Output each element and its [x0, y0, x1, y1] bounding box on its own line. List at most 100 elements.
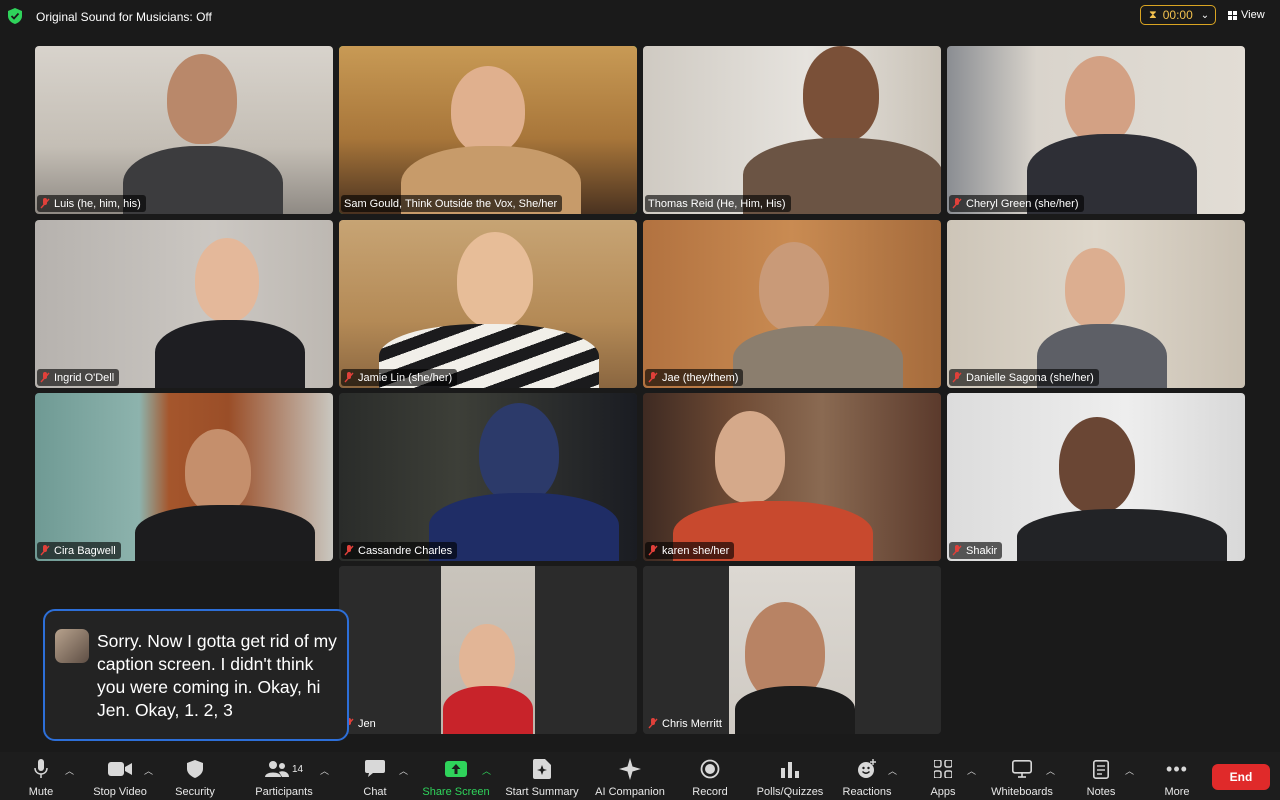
video-tile[interactable]: karen she/her — [643, 393, 941, 561]
participant-name: Thomas Reid (He, Him, His) — [648, 197, 786, 210]
participant-nametag: Cira Bagwell — [37, 542, 121, 559]
participants-button[interactable]: 14 Participants — [250, 758, 318, 798]
participant-name: Cheryl Green (she/her) — [966, 197, 1079, 210]
participant-name: karen she/her — [662, 544, 730, 557]
participants-icon — [264, 761, 289, 777]
chevron-up-icon[interactable]: ︿ — [482, 764, 491, 777]
stop-video-button[interactable]: Stop Video — [88, 758, 152, 798]
live-caption-box[interactable]: Sorry. Now I gotta get rid of my caption… — [43, 609, 349, 741]
chevron-up-icon[interactable]: ︿ — [967, 764, 976, 777]
ai-companion-button[interactable]: AI Companion — [594, 758, 666, 798]
video-tile[interactable]: Chris Merritt — [643, 566, 941, 734]
video-tile[interactable]: Danielle Sagona (she/her) — [947, 220, 1245, 388]
notes-button[interactable]: Notes — [1082, 758, 1120, 798]
participant-nametag: Cassandre Charles — [341, 542, 458, 559]
grid-view-icon — [1228, 10, 1237, 20]
more-label: More — [1164, 786, 1190, 798]
mic-muted-icon — [952, 372, 962, 383]
chat-button[interactable]: Chat — [358, 758, 392, 798]
participant-name: Cassandre Charles — [358, 544, 453, 557]
more-button[interactable]: ••• More — [1160, 758, 1194, 799]
mic-muted-icon — [344, 545, 354, 556]
participant-name: Luis (he, him, his) — [54, 197, 141, 210]
video-tile[interactable]: Cira Bagwell — [35, 393, 333, 561]
mic-muted-icon — [648, 718, 658, 729]
start-summary-button[interactable]: Start Summary — [502, 758, 582, 798]
chevron-up-icon[interactable]: ︿ — [320, 764, 329, 777]
video-tile[interactable]: Thomas Reid (He, Him, His) — [643, 46, 941, 214]
avatar — [55, 629, 89, 663]
participant-nametag: Chris Merritt — [645, 715, 727, 732]
participant-nametag: Danielle Sagona (she/her) — [949, 369, 1099, 386]
video-tile[interactable]: Jamie Lin (she/her) — [339, 220, 637, 388]
whiteboards-label: Whiteboards — [991, 786, 1053, 798]
caption-text: Sorry. Now I gotta get rid of my caption… — [97, 631, 337, 720]
mute-label: Mute — [28, 786, 54, 798]
video-tile[interactable]: Ingrid O'Dell — [35, 220, 333, 388]
chevron-up-icon[interactable]: ︿ — [888, 764, 897, 777]
apps-grid-icon — [934, 760, 952, 778]
reactions-label: Reactions — [842, 786, 892, 798]
participant-nametag: Luis (he, him, his) — [37, 195, 146, 212]
mic-muted-icon — [40, 545, 50, 556]
sparkle-icon — [619, 758, 641, 780]
original-sound-status[interactable]: Original Sound for Musicians: Off — [36, 10, 212, 24]
mic-muted-icon — [40, 198, 50, 209]
chevron-up-icon[interactable]: ︿ — [65, 764, 74, 777]
reactions-button[interactable]: Reactions — [840, 758, 894, 798]
participant-nametag: Cheryl Green (she/her) — [949, 195, 1084, 212]
mic-muted-icon — [40, 372, 50, 383]
participant-name: Jae (they/them) — [662, 371, 739, 384]
mic-muted-icon — [648, 545, 658, 556]
participant-nametag: Shakir — [949, 542, 1003, 559]
end-meeting-button[interactable]: End — [1212, 764, 1270, 790]
mic-muted-icon — [648, 372, 658, 383]
record-button[interactable]: Record — [690, 758, 730, 798]
shield-check-icon[interactable] — [8, 8, 22, 24]
video-tile[interactable]: Shakir — [947, 393, 1245, 561]
mic-muted-icon — [952, 545, 962, 556]
polls-quizzes-button[interactable]: Polls/Quizzes — [754, 758, 826, 798]
apps-label: Apps — [930, 786, 956, 798]
chevron-up-icon[interactable]: ︿ — [1046, 764, 1055, 777]
participant-nametag: Sam Gould, Think Outside the Vox, She/he… — [341, 195, 563, 212]
chevron-up-icon[interactable]: ︿ — [399, 764, 408, 777]
participant-name: Sam Gould, Think Outside the Vox, She/he… — [344, 197, 558, 210]
chat-bubble-icon — [365, 760, 385, 777]
video-tile[interactable]: Cheryl Green (she/her) — [947, 46, 1245, 214]
meeting-toolbar: Mute ︿ Stop Video ︿ Security 14 Particip… — [0, 752, 1280, 800]
start-summary-label: Start Summary — [505, 786, 579, 798]
security-button[interactable]: Security — [170, 758, 220, 798]
video-tile[interactable]: Cassandre Charles — [339, 393, 637, 561]
video-tile[interactable]: Jen — [339, 566, 637, 734]
top-bar: Original Sound for Musicians: Off ⧗ 00:0… — [0, 0, 1280, 34]
participant-name: Jen — [358, 717, 376, 730]
mic-muted-icon — [952, 198, 962, 209]
video-tile-active-speaker[interactable]: Sam Gould, Think Outside the Vox, She/he… — [339, 46, 637, 214]
video-tile[interactable]: Luis (he, him, his) — [35, 46, 333, 214]
more-dots-icon: ••• — [1166, 758, 1188, 779]
hourglass-icon: ⧗ — [1149, 8, 1157, 21]
microphone-icon — [34, 759, 48, 778]
video-tile[interactable]: Jae (they/them) — [643, 220, 941, 388]
view-button[interactable]: View — [1228, 9, 1265, 21]
mic-muted-icon — [344, 372, 354, 383]
video-camera-icon — [108, 762, 132, 776]
participant-nametag: Ingrid O'Dell — [37, 369, 120, 386]
security-label: Security — [175, 786, 215, 798]
participant-name: Danielle Sagona (she/her) — [966, 371, 1094, 384]
share-screen-icon — [445, 761, 467, 777]
polls-quizzes-label: Polls/Quizzes — [756, 786, 824, 798]
stop-video-label: Stop Video — [93, 786, 147, 798]
mute-button[interactable]: Mute — [22, 758, 60, 798]
meeting-timer[interactable]: ⧗ 00:00 ⌄ — [1140, 5, 1216, 25]
summary-document-icon — [533, 759, 551, 779]
chat-label: Chat — [363, 786, 387, 798]
apps-button[interactable]: Apps — [926, 758, 960, 798]
timer-value: 00:00 — [1162, 8, 1193, 22]
chevron-up-icon[interactable]: ︿ — [144, 764, 153, 777]
chevron-up-icon[interactable]: ︿ — [1125, 764, 1134, 777]
participant-nametag: Thomas Reid (He, Him, His) — [645, 195, 791, 212]
chevron-down-icon: ⌄ — [1200, 9, 1210, 21]
record-label: Record — [692, 786, 728, 798]
